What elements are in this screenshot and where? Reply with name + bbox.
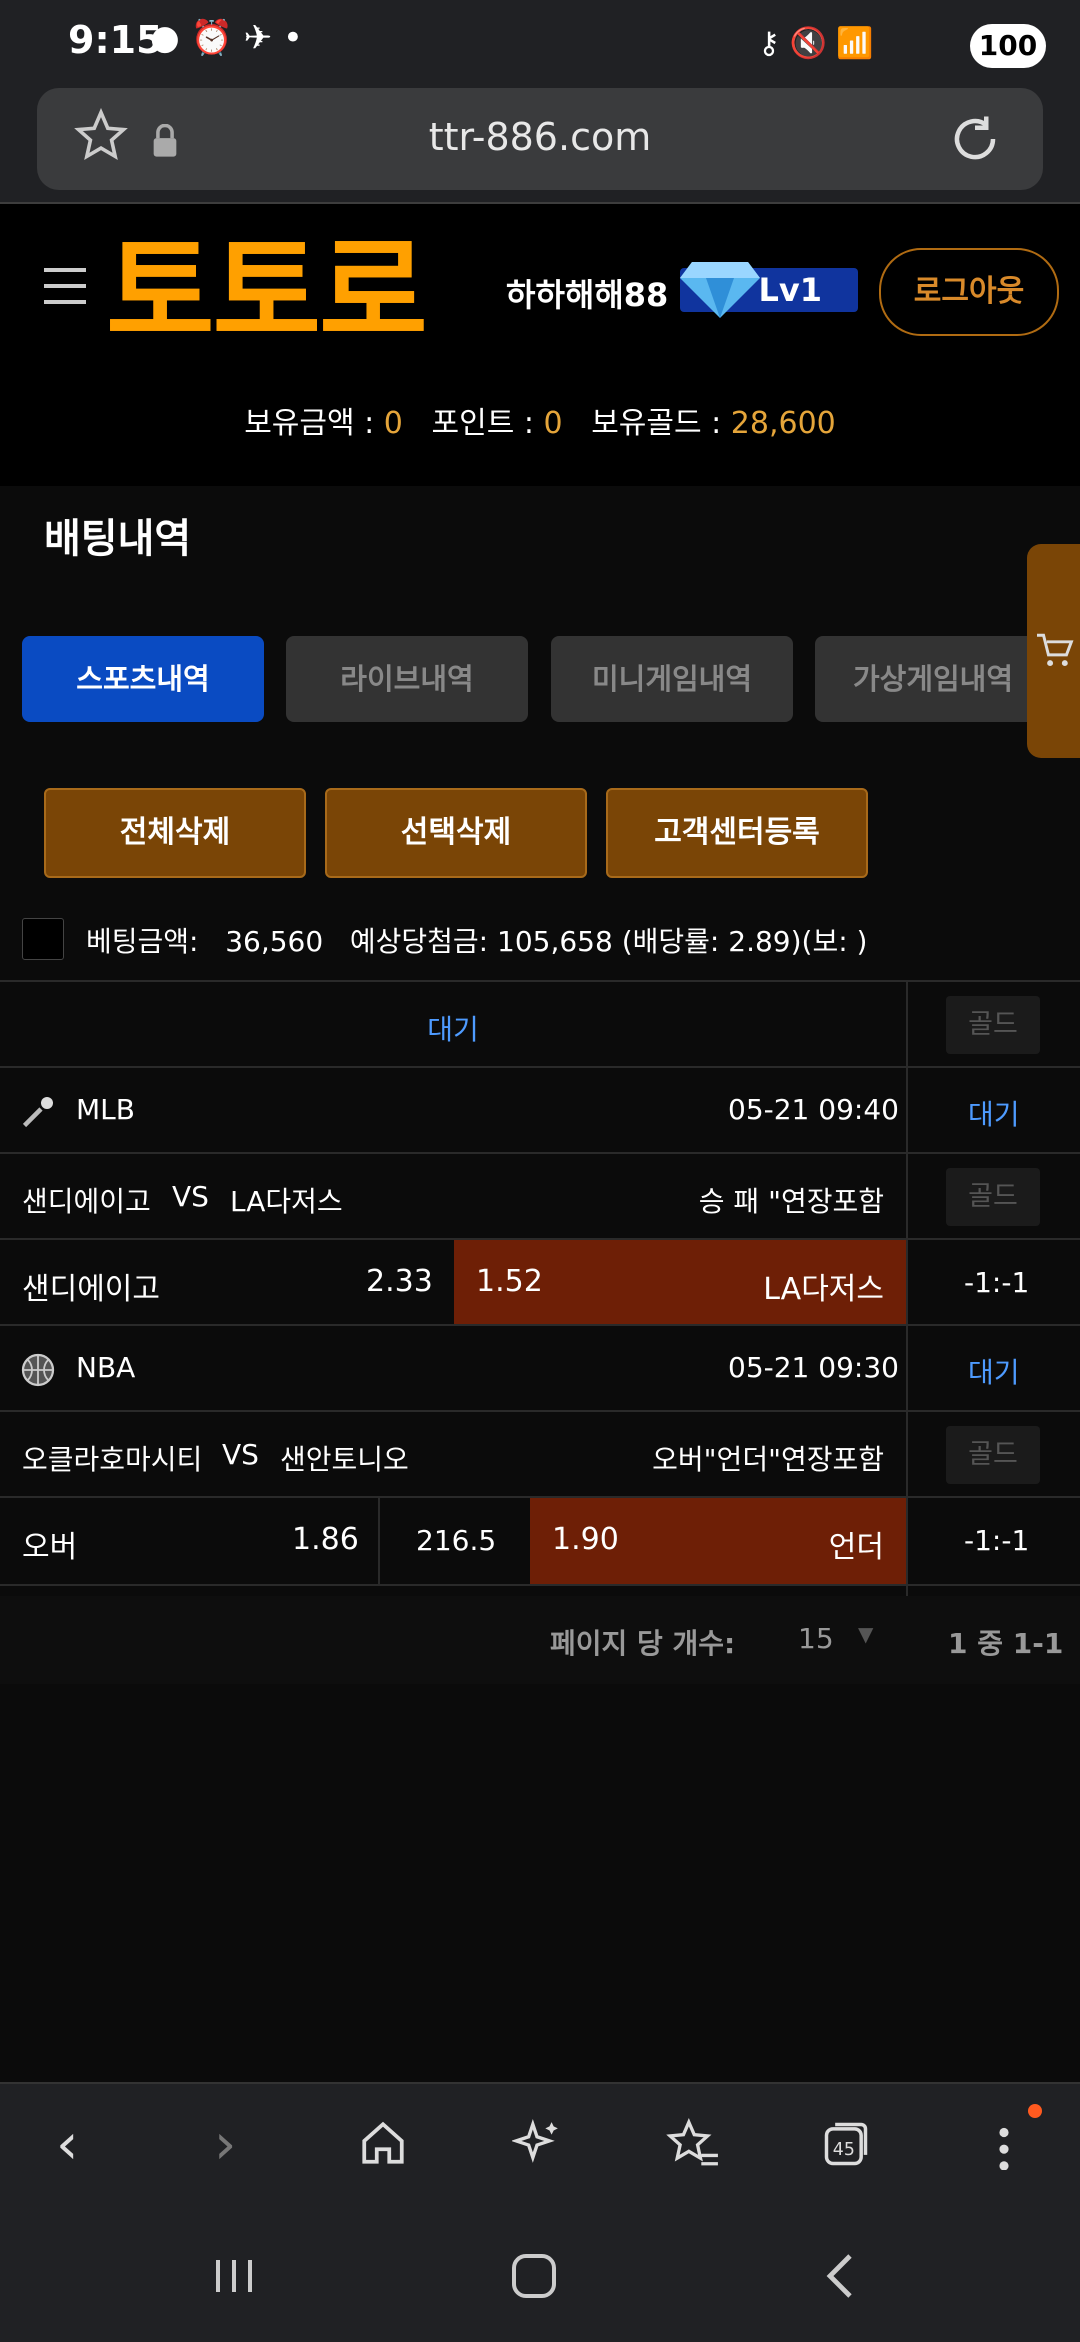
- expected-win-value: 105,658: [497, 925, 613, 958]
- cart-icon: [1037, 633, 1074, 667]
- vs-label: VS: [222, 1438, 259, 1471]
- status-system-icons: ⚷ 🔇 📶: [758, 26, 874, 61]
- recent-apps-icon[interactable]: [212, 2256, 256, 2300]
- game-teams-row: 오클라호마시티 VS 샌안토니오 오버"언더"연장포함 골드: [0, 1410, 1080, 1498]
- site-logo[interactable]: 토토로: [106, 232, 428, 352]
- delete-selected-button[interactable]: 선택삭제: [325, 788, 587, 878]
- home-icon[interactable]: [358, 2118, 408, 2172]
- away-team: LA다저스: [230, 1185, 343, 1218]
- balance-value: 0: [383, 406, 403, 441]
- tab-minigame[interactable]: 미니게임내역: [551, 636, 793, 722]
- per-page-select[interactable]: 15: [798, 1622, 834, 1655]
- bet-slip: 대기 골드 MLB 05-21 09:40 대기 샌디에이고 VS LA다저스 …: [0, 980, 1080, 1596]
- select-checkbox[interactable]: [22, 918, 64, 960]
- game-time: 05-21 09:30: [728, 1351, 899, 1384]
- delete-all-button[interactable]: 전체삭제: [44, 788, 306, 878]
- tab-virtual[interactable]: 가상게임내역: [815, 636, 1051, 722]
- balance-label: 보유금액 :: [244, 406, 375, 441]
- battery-indicator: 100: [970, 24, 1046, 68]
- score: -1:-1: [964, 1266, 1030, 1299]
- notification-dot: [1028, 2104, 1042, 2118]
- pick-right: 언더: [828, 1530, 884, 1565]
- menu-icon[interactable]: [44, 268, 86, 308]
- game-time: 05-21 09:40: [728, 1093, 899, 1126]
- point-value: 0: [543, 406, 563, 441]
- slip-status-row: 대기 골드: [0, 980, 1080, 1068]
- gold-button[interactable]: 골드: [946, 1168, 1040, 1226]
- bet-amount-label: 베팅금액:: [86, 925, 199, 958]
- odd-right: 1.52: [476, 1264, 543, 1299]
- browser-bottom-bar: ‹ › 45: [0, 2082, 1080, 2342]
- score: -1:-1: [964, 1524, 1030, 1557]
- slip-status: 대기: [427, 1013, 479, 1046]
- expected-win-label: 예상당첨금:: [349, 925, 489, 958]
- league-name: NBA: [76, 1351, 136, 1384]
- gold-button[interactable]: 골드: [946, 996, 1040, 1054]
- game-header-row: MLB 05-21 09:40 대기: [0, 1066, 1080, 1154]
- vs-label: VS: [172, 1180, 209, 1213]
- tab-sports[interactable]: 스포츠내역: [22, 636, 264, 722]
- back-nav-icon[interactable]: [822, 2252, 858, 2304]
- point-label: 포인트 :: [431, 406, 534, 441]
- level-text: Lv1: [758, 271, 822, 309]
- odd-left: 2.33: [366, 1264, 433, 1299]
- game-header-row: NBA 05-21 09:30 대기: [0, 1324, 1080, 1412]
- divider: [0, 202, 1080, 204]
- bet-summary: 베팅금액: 36,560 예상당첨금: 105,658 (배당률: 2.89)(…: [86, 920, 867, 960]
- forward-icon[interactable]: ›: [214, 2112, 236, 2177]
- game-odds-row: 샌디에이고 2.33 1.52 LA다저스 -1:-1: [0, 1238, 1080, 1326]
- basketball-icon: [20, 1352, 56, 1392]
- home-nav-icon[interactable]: [512, 2254, 556, 2298]
- balance-bar: 보유금액 : 0 포인트 : 0 보유골드 : 28,600: [0, 398, 1080, 442]
- game-odds-row: 오버 1.86 216.5 1.90 언더 -1:-1: [0, 1496, 1080, 1586]
- pick-left: 샌디에이고: [22, 1272, 160, 1307]
- bet-amount-value: 36,560: [225, 925, 324, 958]
- bookmarks-icon[interactable]: [666, 2118, 720, 2172]
- page-title: 배팅내역: [44, 516, 192, 562]
- register-cs-button[interactable]: 고객센터등록: [606, 788, 868, 878]
- game-status: 대기: [968, 1098, 1020, 1131]
- home-team: 샌디에이고: [22, 1185, 151, 1218]
- svg-text:45: 45: [833, 2140, 855, 2160]
- status-time: 9:15: [68, 18, 163, 62]
- cart-button[interactable]: [1027, 544, 1080, 758]
- diamond-icon: [678, 258, 762, 320]
- per-page-label: 페이지 당 개수:: [550, 1627, 736, 1660]
- back-icon[interactable]: ‹: [56, 2112, 78, 2177]
- gold-value: 28,600: [730, 406, 836, 441]
- more-menu-icon[interactable]: [994, 2120, 1014, 2174]
- market-type: 오버"언더"연장포함: [652, 1443, 884, 1476]
- league-name: MLB: [76, 1093, 135, 1126]
- market-type: 승 패 "연장포함: [698, 1185, 884, 1218]
- pagination-bar: 페이지 당 개수: 15 ▼ 1 중 1-1: [0, 1596, 1080, 1684]
- logout-button[interactable]: 로그아웃: [879, 248, 1059, 336]
- tabs-icon[interactable]: 45: [820, 2118, 872, 2174]
- url-text[interactable]: ttr-886.com: [0, 115, 1080, 159]
- home-team: 오클라호마시티: [22, 1443, 203, 1476]
- status-bar: 9:15 ● ⏰ ✈ • ⚷ 🔇 📶 100: [0, 0, 1080, 90]
- game-status: 대기: [968, 1356, 1020, 1389]
- chevron-down-icon[interactable]: ▼: [858, 1622, 873, 1646]
- odd-right: 1.90: [552, 1522, 619, 1557]
- status-notification-icons: ● ⏰ ✈ •: [150, 18, 303, 58]
- reload-icon[interactable]: [948, 112, 1002, 170]
- page-range: 1 중 1-1: [948, 1627, 1064, 1660]
- tab-live[interactable]: 라이브내역: [286, 636, 528, 722]
- gold-label: 보유골드 :: [591, 406, 722, 441]
- gold-button[interactable]: 골드: [946, 1426, 1040, 1484]
- game-teams-row: 샌디에이고 VS LA다저스 승 패 "연장포함 골드: [0, 1152, 1080, 1240]
- pick-left: 오버: [22, 1530, 78, 1565]
- line-value: 216.5: [416, 1524, 497, 1557]
- pick-right: LA다저스: [763, 1272, 884, 1307]
- sparkle-icon[interactable]: [510, 2118, 562, 2172]
- cell-divider: [378, 1498, 380, 1584]
- username: 하하해해88: [506, 276, 669, 314]
- away-team: 샌안토니오: [280, 1443, 409, 1476]
- baseball-icon: [20, 1094, 56, 1134]
- odd-left: 1.86: [292, 1522, 359, 1557]
- odds-text: (배당률: 2.89)(보: ): [621, 925, 868, 958]
